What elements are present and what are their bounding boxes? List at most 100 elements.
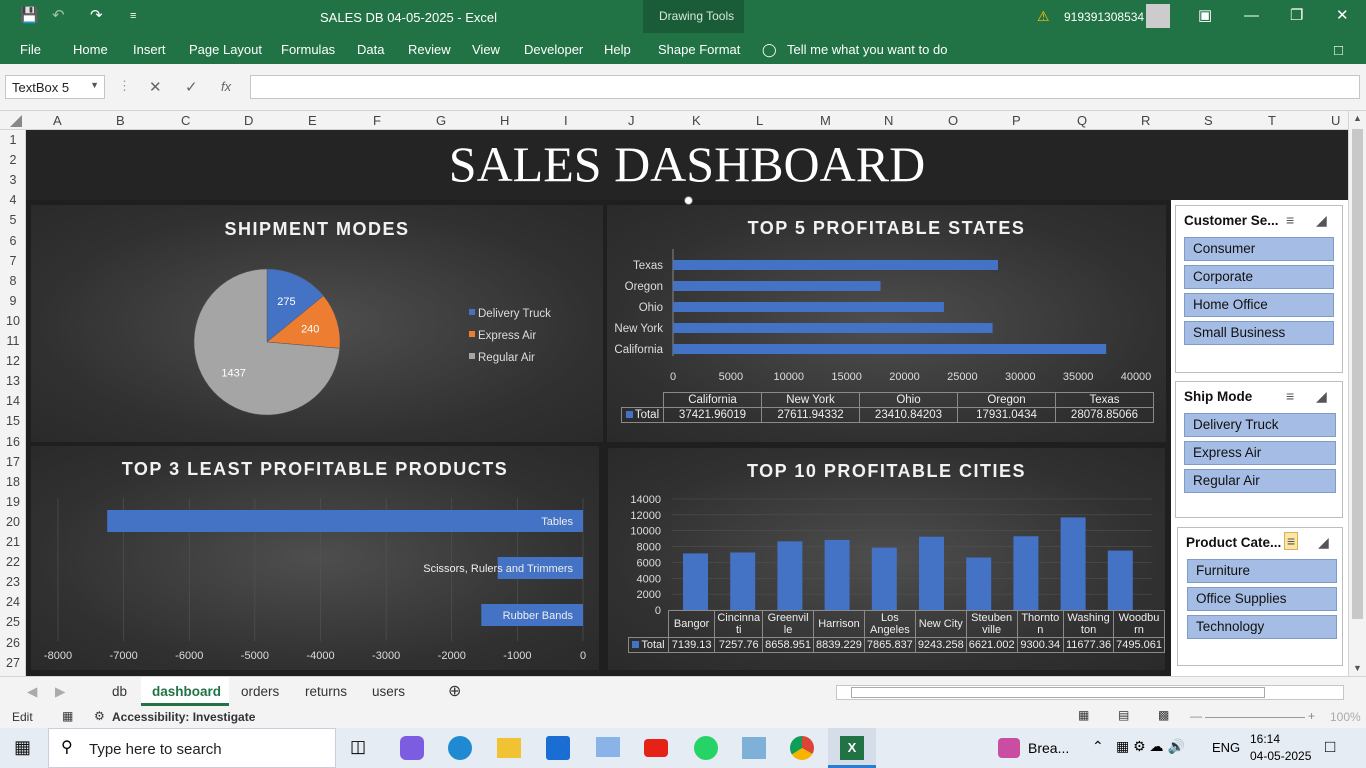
- accessibility-status[interactable]: Accessibility: Investigate: [112, 710, 255, 724]
- slicer-item-express-air[interactable]: Express Air: [1184, 441, 1336, 465]
- whatsapp-icon[interactable]: [694, 736, 718, 760]
- tab-shape-format[interactable]: Shape Format: [658, 42, 740, 57]
- avatar[interactable]: [1146, 4, 1170, 28]
- edge-icon[interactable]: [448, 736, 472, 760]
- close-icon[interactable]: ✕: [1336, 8, 1349, 24]
- slicer-ship-mode[interactable]: Ship Mode ≡ ◢ Delivery Truck Express Air…: [1175, 381, 1343, 518]
- next-sheet-icon[interactable]: ▶: [55, 684, 65, 700]
- save-icon[interactable]: 💾: [20, 8, 39, 24]
- tell-me-box[interactable]: Tell me what you want to do: [787, 42, 947, 57]
- name-box[interactable]: TextBox 5 ▼: [5, 75, 105, 99]
- multi-select-icon[interactable]: ≡: [1286, 388, 1294, 404]
- tab-home[interactable]: Home: [73, 42, 108, 57]
- vertical-scrollbar[interactable]: ▲ ▼: [1348, 111, 1366, 676]
- file-explorer-icon[interactable]: [497, 738, 521, 758]
- zoom-out-icon[interactable]: —: [1190, 709, 1202, 723]
- minimize-icon[interactable]: —: [1244, 8, 1259, 24]
- slicer-product-category[interactable]: Product Cate... ≡ ◢ Furniture Office Sup…: [1177, 527, 1343, 666]
- clock-date[interactable]: 04-05-2025: [1250, 749, 1311, 763]
- sheet-tab-db[interactable]: db: [112, 684, 127, 699]
- select-all-corner[interactable]: [10, 115, 22, 127]
- comments-icon[interactable]: □: [1334, 42, 1343, 59]
- clear-filter-icon[interactable]: ◢: [1316, 388, 1327, 405]
- accessibility-icon[interactable]: ⚙: [94, 709, 105, 723]
- page-break-icon[interactable]: ▩: [1158, 708, 1169, 722]
- slicer-item-furniture[interactable]: Furniture: [1187, 559, 1337, 583]
- normal-view-icon[interactable]: ▦: [1078, 708, 1089, 722]
- tab-page-layout[interactable]: Page Layout: [189, 42, 262, 57]
- slicer-customer-segment[interactable]: Customer Se... ≡ ◢ Consumer Corporate Ho…: [1175, 205, 1343, 373]
- language-indicator[interactable]: ENG: [1212, 740, 1240, 755]
- notification-icon[interactable]: □: [1325, 737, 1335, 757]
- enter-icon[interactable]: ✓: [185, 78, 198, 96]
- undo-icon[interactable]: ↶: [52, 8, 65, 24]
- macro-icon[interactable]: ▦: [62, 709, 73, 723]
- scroll-up-icon[interactable]: ▲: [1353, 113, 1362, 123]
- search-box[interactable]: ⚲ Type here to search: [48, 728, 336, 768]
- tab-data[interactable]: Data: [357, 42, 384, 57]
- windows-start-icon[interactable]: ▦: [14, 737, 31, 758]
- tab-insert[interactable]: Insert: [133, 42, 166, 57]
- tab-file[interactable]: File: [20, 42, 41, 57]
- app-icon[interactable]: [742, 737, 766, 759]
- least-products-panel[interactable]: TOP 3 LEAST PROFITABLE PRODUCTS -8000 -70…: [31, 446, 599, 670]
- selection-handle[interactable]: [684, 196, 693, 205]
- add-sheet-icon[interactable]: ⊕: [448, 681, 461, 701]
- tray-icons[interactable]: ▦ ⚙ ☁ 🔊: [1116, 738, 1185, 755]
- slicer-item-regular-air[interactable]: Regular Air: [1184, 469, 1336, 493]
- copilot-icon[interactable]: [400, 736, 424, 760]
- tab-review[interactable]: Review: [408, 42, 451, 57]
- scroll-thumb[interactable]: [1352, 129, 1363, 619]
- multi-select-icon[interactable]: ≡: [1284, 532, 1299, 550]
- dashboard-title[interactable]: SALES DASHBOARD: [26, 130, 1348, 200]
- zoom-in-icon[interactable]: +: [1308, 709, 1315, 723]
- sheet-tab-users[interactable]: users: [372, 684, 405, 699]
- slicer-item-small-business[interactable]: Small Business: [1184, 321, 1334, 345]
- insert-function-icon[interactable]: fx: [221, 79, 231, 94]
- news-icon[interactable]: [998, 738, 1020, 758]
- cancel-icon[interactable]: ✕: [149, 78, 162, 96]
- tab-view[interactable]: View: [472, 42, 500, 57]
- scroll-thumb[interactable]: [851, 687, 1265, 698]
- zoom-slider[interactable]: [1205, 717, 1305, 718]
- store-icon[interactable]: [546, 736, 570, 760]
- horizontal-scrollbar[interactable]: [836, 685, 1344, 700]
- sheet-tab-returns[interactable]: returns: [305, 684, 347, 699]
- clock-time[interactable]: 16:14: [1250, 732, 1280, 746]
- youtube-icon[interactable]: [644, 739, 668, 757]
- slicer-item-delivery-truck[interactable]: Delivery Truck: [1184, 413, 1336, 437]
- user-name[interactable]: 919391308534: [1064, 10, 1144, 24]
- top-states-panel[interactable]: TOP 5 PROFITABLE STATES Texas Oregon Ohio N…: [607, 205, 1166, 442]
- excel-taskbar-button[interactable]: X: [828, 728, 876, 768]
- scroll-down-icon[interactable]: ▼: [1353, 663, 1362, 673]
- news-label[interactable]: Brea...: [1028, 740, 1069, 756]
- tab-formulas[interactable]: Formulas: [281, 42, 335, 57]
- customize-qat-icon[interactable]: ≡: [130, 8, 136, 24]
- app-icon[interactable]: [596, 737, 620, 757]
- slicer-item-corporate[interactable]: Corporate: [1184, 265, 1334, 289]
- sheet-tab-orders[interactable]: orders: [241, 684, 279, 699]
- page-layout-icon[interactable]: ▤: [1118, 708, 1129, 722]
- sheet-tab-dashboard[interactable]: dashboard: [152, 684, 221, 699]
- zoom-level[interactable]: 100%: [1330, 710, 1361, 724]
- clear-filter-icon[interactable]: ◢: [1316, 212, 1327, 229]
- slicer-item-home-office[interactable]: Home Office: [1184, 293, 1334, 317]
- warning-icon[interactable]: ⚠: [1037, 8, 1050, 25]
- formula-input[interactable]: [250, 75, 1360, 99]
- slicer-item-consumer[interactable]: Consumer: [1184, 237, 1334, 261]
- maximize-icon[interactable]: ❐: [1290, 8, 1303, 24]
- tab-developer[interactable]: Developer: [524, 42, 583, 57]
- slicer-item-office-supplies[interactable]: Office Supplies: [1187, 587, 1337, 611]
- shipment-modes-panel[interactable]: SHIPMENT MODES 275 240 1437 Delivery Truck E…: [31, 205, 603, 442]
- tab-help[interactable]: Help: [604, 42, 631, 57]
- chrome-icon[interactable]: [790, 736, 814, 760]
- prev-sheet-icon[interactable]: ◀: [27, 684, 37, 700]
- ribbon-display-icon[interactable]: ▣: [1198, 8, 1212, 24]
- slicer-item-technology[interactable]: Technology: [1187, 615, 1337, 639]
- redo-icon[interactable]: ↷: [90, 8, 103, 24]
- chevron-up-icon[interactable]: ⌃: [1092, 738, 1104, 755]
- top-cities-panel[interactable]: TOP 10 PROFITABLE CITIES 14000 12000 10000…: [608, 448, 1165, 670]
- multi-select-icon[interactable]: ≡: [1286, 212, 1294, 228]
- clear-filter-icon[interactable]: ◢: [1318, 534, 1329, 551]
- task-view-icon[interactable]: ◫: [350, 737, 366, 757]
